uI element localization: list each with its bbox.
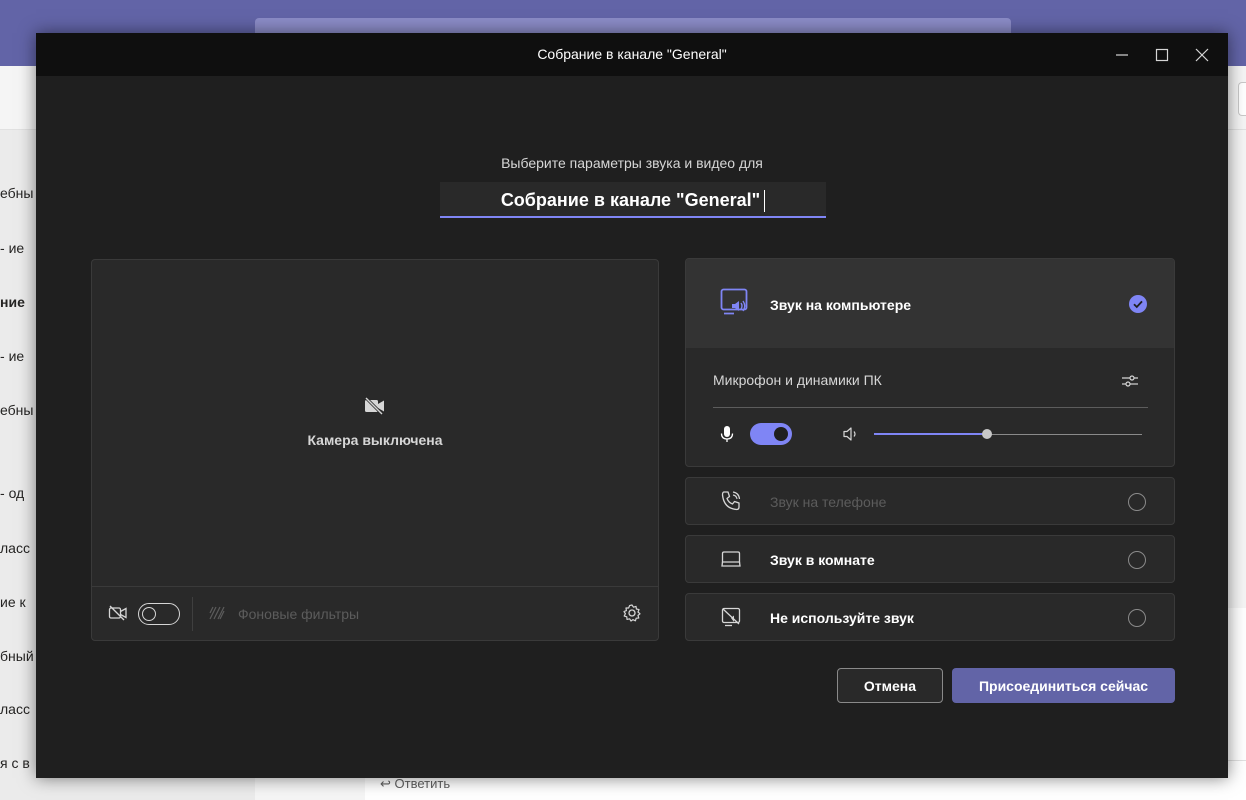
checkmark-circle-icon: [1129, 295, 1147, 313]
divider: [713, 407, 1148, 408]
room-icon: [721, 551, 741, 567]
header-button[interactable]: [1238, 82, 1246, 116]
toolbar-divider: [192, 597, 193, 631]
microphone-toggle[interactable]: [750, 423, 792, 445]
background-filters-button[interactable]: Фоновые фильтры: [238, 606, 359, 622]
volume-slider-fill: [874, 433, 987, 435]
computer-audio-icon: [720, 288, 748, 315]
toggle-knob: [774, 427, 788, 441]
gear-icon[interactable]: [622, 603, 642, 623]
channel-list-item[interactable]: ебны: [0, 402, 36, 418]
maximize-button[interactable]: [1142, 33, 1182, 76]
maximize-icon: [1155, 48, 1169, 61]
video-area: Камера выключена: [92, 260, 658, 586]
dialog-titlebar: Собрание в канале "General": [36, 33, 1228, 76]
dialog-subtitle: Выберите параметры звука и видео для: [501, 155, 763, 171]
toggle-knob: [142, 607, 156, 621]
reply-label: Ответить: [394, 776, 451, 791]
meeting-name-input[interactable]: Собрание в канале "General": [440, 182, 826, 218]
channel-list-item[interactable]: бный: [0, 648, 36, 664]
computer-audio-label: Звук на компьютере: [770, 297, 912, 313]
volume-slider-thumb[interactable]: [982, 429, 992, 439]
phone-audio-label: Звук на телефоне: [770, 494, 887, 510]
video-toolbar: Фоновые фильтры: [92, 586, 658, 640]
channel-list-item[interactable]: од -: [0, 485, 36, 501]
microphone-icon: [720, 426, 734, 442]
channel-list-item[interactable]: я с в: [0, 755, 36, 771]
minimize-button[interactable]: [1102, 33, 1142, 76]
close-icon: [1195, 48, 1209, 61]
no-audio-option[interactable]: Не используйте звук: [685, 593, 1175, 641]
video-preview: Камера выключена Фоновые фильтры: [91, 259, 659, 641]
join-now-button[interactable]: Присоединиться сейчас: [952, 668, 1175, 703]
computer-audio-option[interactable]: Звук на компьютере Микрофон и динамики П…: [685, 258, 1175, 467]
room-audio-radio[interactable]: [1128, 551, 1146, 569]
channel-list-item[interactable]: ие -: [0, 240, 36, 256]
camera-toggle[interactable]: [138, 603, 180, 625]
room-audio-option[interactable]: Звук в комнате: [685, 535, 1175, 583]
phone-audio-radio[interactable]: [1128, 493, 1146, 511]
camera-off-icon: [364, 397, 384, 415]
channel-list-item[interactable]: ласс: [0, 701, 36, 717]
close-button[interactable]: [1182, 33, 1222, 76]
no-audio-icon: [721, 607, 741, 627]
cancel-button[interactable]: Отмена: [837, 668, 943, 703]
speaker-icon: [843, 427, 856, 441]
channel-list-item[interactable]: ие к: [0, 594, 36, 610]
minimize-icon: [1116, 53, 1128, 56]
channel-list-item[interactable]: ие -: [0, 348, 36, 364]
dialog-title: Собрание в канале "General": [537, 46, 727, 62]
reply-icon: ↩: [380, 776, 391, 791]
reply-link[interactable]: ↩ Ответить: [380, 776, 450, 792]
camera-off-icon: [108, 605, 127, 621]
audio-device-label: Микрофон и динамики ПК: [713, 372, 882, 388]
meeting-name-text: Собрание в канале "General": [500, 190, 761, 210]
channel-list-item[interactable]: ласс: [0, 540, 36, 556]
message-card: [1228, 608, 1246, 760]
phone-icon: [721, 491, 741, 511]
channel-list-item[interactable]: ние: [0, 294, 36, 310]
background-filters-icon: [209, 606, 225, 620]
text-caret: [764, 190, 766, 213]
device-settings-icon[interactable]: [1120, 371, 1140, 391]
camera-off-label: Камера выключена: [307, 432, 443, 448]
no-audio-label: Не используйте звук: [770, 610, 914, 626]
computer-audio-header[interactable]: Звук на компьютере: [686, 259, 1174, 348]
room-audio-label: Звук в комнате: [770, 552, 875, 568]
meeting-prejoin-dialog: Собрание в канале "General" Выберите пар…: [36, 33, 1228, 778]
no-audio-radio[interactable]: [1128, 609, 1146, 627]
channel-list-item[interactable]: ебны: [0, 185, 36, 201]
phone-audio-option[interactable]: Звук на телефоне: [685, 477, 1175, 525]
